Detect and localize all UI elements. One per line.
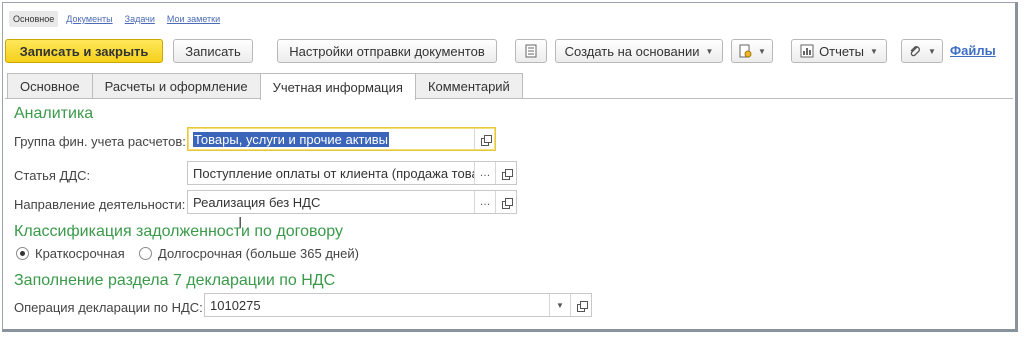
long-term-radio[interactable]: Долгосрочная (больше 365 дней) — [139, 246, 359, 261]
dds-label: Статья ДДС: — [14, 168, 91, 183]
tab-comment[interactable]: Комментарий — [414, 73, 523, 99]
vat-open-button[interactable] — [570, 294, 591, 316]
toolbar: Записать и закрыть Записать Настройки от… — [5, 39, 1015, 65]
group-open-button[interactable] — [474, 128, 495, 150]
print-icon — [738, 44, 752, 58]
radio-checked-icon — [16, 247, 29, 260]
dds-open-button[interactable] — [495, 162, 516, 184]
vat-title: Заполнение раздела 7 декларации по НДС — [14, 272, 336, 289]
direction-field[interactable]: Реализация без НДС … — [187, 190, 517, 214]
radio-unchecked-icon — [139, 247, 152, 260]
group-value: Товары, услуги и прочие активы — [193, 131, 389, 147]
files-link[interactable]: Файлы — [950, 43, 996, 58]
vat-operation-value[interactable]: 1010275 — [205, 298, 549, 313]
reports-button[interactable]: Отчеты ▼ — [791, 39, 887, 63]
open-icon — [576, 300, 588, 312]
nav-notes[interactable]: Мои заметки — [163, 11, 224, 27]
nav-documents[interactable]: Документы — [62, 11, 116, 27]
dds-field[interactable]: Поступление оплаты от клиента (продажа т… — [187, 161, 517, 185]
list-icon — [524, 44, 538, 58]
direction-label: Направление деятельности: — [14, 197, 186, 212]
save-close-button[interactable]: Записать и закрыть — [5, 39, 163, 63]
save-label: Записать — [185, 43, 241, 59]
chevron-down-icon: ▼ — [705, 46, 714, 56]
group-field[interactable]: Товары, услуги и прочие активы — [187, 127, 496, 151]
chevron-down-icon: ▼ — [870, 46, 878, 56]
short-term-label: Краткосрочная — [35, 246, 125, 261]
paperclip-icon — [908, 44, 922, 58]
print-button[interactable]: ▼ — [731, 39, 773, 63]
save-close-label: Записать и закрыть — [19, 43, 149, 59]
analytics-title: Аналитика — [14, 105, 94, 122]
ellipsis-icon[interactable]: … — [474, 191, 495, 213]
group-label: Группа фин. учета расчетов: — [14, 134, 186, 149]
ellipsis-icon[interactable]: … — [474, 162, 495, 184]
form-window: Основное Документы Задачи Мои заметки За… — [2, 2, 1018, 332]
open-icon — [501, 168, 513, 180]
list-button[interactable] — [515, 39, 547, 63]
reports-label: Отчеты — [819, 43, 864, 59]
short-term-radio[interactable]: Краткосрочная — [16, 246, 125, 261]
classification-title: Классификация задолженности по договору — [14, 223, 343, 240]
attach-button[interactable]: ▼ — [901, 39, 943, 63]
group-input[interactable]: Товары, услуги и прочие активы — [188, 131, 474, 147]
chevron-down-icon: ▼ — [758, 46, 766, 56]
nav-main[interactable]: Основное — [9, 11, 59, 27]
chevron-down-icon[interactable]: ▼ — [549, 294, 570, 316]
tab-main[interactable]: Основное — [7, 73, 93, 99]
vat-operation-label: Операция декларации по НДС: — [14, 300, 203, 315]
open-icon — [480, 134, 492, 146]
save-button[interactable]: Записать — [173, 39, 253, 63]
tab-accounting-info[interactable]: Учетная информация — [259, 73, 416, 100]
direction-value[interactable]: Реализация без НДС — [188, 195, 474, 210]
open-icon — [501, 197, 513, 209]
send-settings-button[interactable]: Настройки отправки документов — [277, 39, 497, 63]
vat-operation-field[interactable]: 1010275 ▼ — [204, 293, 592, 317]
reports-icon — [800, 44, 814, 58]
tab-settlements[interactable]: Расчеты и оформление — [91, 73, 261, 99]
dds-value[interactable]: Поступление оплаты от клиента (продажа т… — [188, 166, 474, 181]
create-based-label: Создать на основании — [564, 43, 700, 59]
create-based-button[interactable]: Создать на основании ▼ — [555, 39, 723, 63]
tab-bar: Основное Расчеты и оформление Учетная ин… — [7, 73, 523, 100]
nav-tasks[interactable]: Задачи — [121, 11, 159, 27]
send-settings-label: Настройки отправки документов — [289, 43, 485, 59]
long-term-label: Долгосрочная (больше 365 дней) — [158, 246, 359, 261]
nav-bar: Основное Документы Задачи Мои заметки — [9, 9, 228, 29]
direction-open-button[interactable] — [495, 191, 516, 213]
tab-divider — [5, 98, 1013, 99]
chevron-down-icon: ▼ — [928, 46, 936, 56]
